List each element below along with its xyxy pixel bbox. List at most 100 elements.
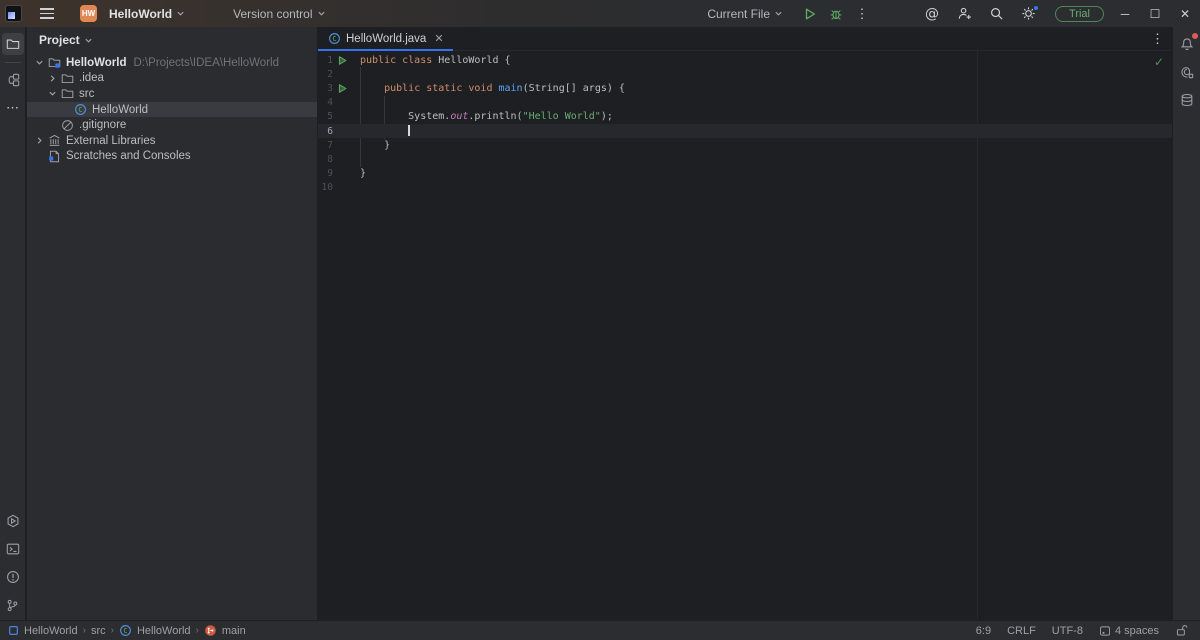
chevron-down-icon [176, 9, 185, 18]
tree-item-label: External Libraries [66, 134, 156, 147]
add-user-icon[interactable] [951, 3, 977, 25]
code-line-9[interactable]: 9} [318, 167, 1172, 181]
settings-gear-icon[interactable] [1015, 3, 1041, 25]
indent-icon [1099, 625, 1111, 637]
breadcrumb-item-main[interactable]: main [204, 624, 246, 637]
code-line-2[interactable]: 2 [318, 67, 1172, 81]
line-number: 3 [327, 82, 333, 94]
code-line-1[interactable]: 1 public class HelloWorld { [318, 53, 1172, 67]
tab-label: HelloWorld.java [346, 32, 427, 45]
code-line-6[interactable]: 6 [318, 123, 1172, 139]
chevron-down-icon[interactable] [33, 58, 46, 67]
project-name: HelloWorld [109, 6, 173, 21]
search-icon[interactable] [983, 3, 1009, 25]
code-area[interactable]: 1 public class HelloWorld {2 3 public stat… [318, 51, 1172, 620]
run-gutter-icon[interactable] [333, 55, 351, 66]
breadcrumb: HelloWorld › src › C HelloWorld › main [0, 624, 246, 637]
chevron-down-icon [84, 36, 93, 45]
minimize-button[interactable]: ─ [1110, 1, 1140, 27]
tab-helloworld-java[interactable]: C HelloWorld.java ✕ [318, 27, 453, 51]
code-line-5[interactable]: 5 System.out.println("Hello World"); [318, 110, 1172, 124]
caret-position-widget[interactable]: 6:9 [976, 625, 991, 637]
tree-item-scratches-and-consoles[interactable]: Scratches and Consoles [27, 149, 317, 165]
terminal-tool-button[interactable] [2, 538, 24, 560]
breadcrumb-item-src[interactable]: src [91, 625, 106, 637]
ai-icon[interactable]: @ [919, 3, 945, 25]
vcs-widget[interactable]: Version control [229, 3, 329, 25]
line-number: 5 [327, 111, 333, 123]
tree-item-helloworld[interactable]: HelloWorld D:\Projects\IDEA\HelloWorld [27, 55, 317, 71]
left-tool-strip: ⋯ [0, 27, 26, 620]
tree-item-external-libraries[interactable]: External Libraries [27, 133, 317, 149]
folder-icon [59, 87, 75, 100]
line-number: 10 [321, 182, 333, 194]
database-icon[interactable] [1176, 89, 1198, 111]
more-tools-button[interactable]: ⋯ [2, 97, 24, 119]
code-line-10[interactable]: 10 [318, 181, 1172, 195]
tree-item-src[interactable]: src [27, 86, 317, 102]
tab-close-icon[interactable]: ✕ [432, 32, 445, 45]
debug-button[interactable] [823, 3, 849, 25]
project-widget[interactable]: HelloWorld [103, 3, 189, 25]
breadcrumb-separator: › [195, 625, 199, 636]
breadcrumb-item-helloworld[interactable]: HelloWorld [8, 625, 78, 637]
project-panel-title: Project [39, 33, 80, 47]
line-number: 1 [327, 54, 333, 66]
write-access-lock-icon[interactable] [1175, 624, 1188, 637]
project-panel-header[interactable]: Project [27, 27, 317, 53]
editor-options-button[interactable]: ⋮ [1151, 27, 1164, 51]
trial-badge[interactable]: Trial [1055, 5, 1104, 22]
module-icon [8, 625, 19, 636]
class-icon: C [119, 624, 132, 637]
editor-tab-bar: C HelloWorld.java ✕ ⋮ [318, 27, 1172, 51]
code-text: public class HelloWorld { [360, 54, 511, 66]
breadcrumb-separator: › [110, 625, 114, 636]
close-button[interactable]: ✕ [1170, 1, 1200, 27]
text-caret [408, 125, 410, 137]
ai-assistant-icon[interactable] [1176, 61, 1198, 83]
chevron-right-icon[interactable] [46, 74, 59, 83]
encoding-widget[interactable]: UTF-8 [1052, 625, 1083, 637]
maximize-button[interactable]: ☐ [1140, 1, 1170, 27]
project-badge: HW [80, 5, 97, 22]
breadcrumb-label: HelloWorld [136, 624, 191, 637]
svg-text:C: C [332, 35, 336, 43]
chevron-right-icon[interactable] [33, 136, 46, 145]
services-tool-button[interactable] [2, 510, 24, 532]
git-tool-button[interactable] [2, 594, 24, 616]
project-tool-button[interactable] [1, 33, 24, 55]
notifications-bell-icon[interactable] [1176, 33, 1198, 55]
code-line-3[interactable]: 3 public static void main(String[] args)… [318, 81, 1172, 95]
run-config-label: Current File [707, 6, 771, 21]
run-gutter-icon[interactable] [333, 83, 351, 94]
code-text: System.out.println("Hello World"); [360, 111, 613, 123]
breadcrumb-label: HelloWorld [24, 624, 78, 637]
project-folder-icon [46, 56, 62, 69]
breadcrumb-item-helloworld[interactable]: C HelloWorld [119, 624, 191, 637]
code-line-7[interactable]: 7 } [318, 138, 1172, 152]
project-panel: Project HelloWorld D:\Projects\IDEA\Hello… [27, 27, 318, 620]
code-text: public static void main(String[] args) { [384, 82, 625, 94]
right-tool-strip [1172, 27, 1200, 620]
tree-item-label: HelloWorld [66, 56, 127, 69]
structure-tool-button[interactable] [2, 69, 24, 91]
code-line-4[interactable]: 4 [318, 96, 1172, 110]
line-ending-widget[interactable]: CRLF [1007, 625, 1036, 637]
code-line-8[interactable]: 8 [318, 152, 1172, 166]
chevron-down-icon [774, 9, 783, 18]
intellij-logo-icon [5, 5, 22, 22]
main-menu-button[interactable] [34, 3, 60, 25]
git-icon [204, 624, 217, 637]
indent-widget[interactable]: 4 spaces [1099, 625, 1159, 637]
tree-item--idea[interactable]: .idea [27, 71, 317, 87]
run-configuration-selector[interactable]: Current File [703, 3, 787, 25]
line-number: 8 [327, 153, 333, 165]
more-actions-button[interactable]: ⋮ [849, 3, 875, 25]
tree-item-label: .idea [79, 72, 104, 85]
run-button[interactable] [797, 3, 823, 25]
chevron-down-icon[interactable] [46, 89, 59, 98]
tree-item--gitignore[interactable]: .gitignore [27, 117, 317, 133]
problems-tool-button[interactable] [2, 566, 24, 588]
ide-window: HW HelloWorld Version control Current Fi… [0, 0, 1200, 640]
tree-item-helloworld[interactable]: C HelloWorld [27, 101, 317, 118]
